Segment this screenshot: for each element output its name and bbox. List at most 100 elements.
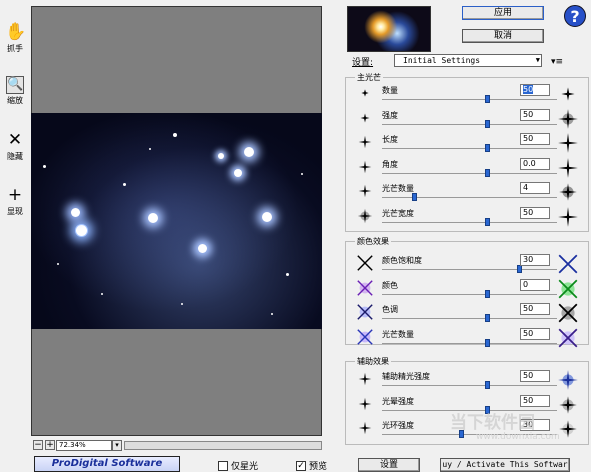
star-cluster-image[interactable] — [31, 113, 322, 329]
star-tilt-icon — [356, 158, 374, 176]
x-ray-blue-icon — [557, 253, 579, 275]
stars-cluster-icon — [557, 83, 579, 105]
star-long-icon — [557, 132, 579, 154]
zoom-out-button[interactable]: − — [33, 440, 43, 450]
tool-zoom-label: 缩放 — [7, 96, 23, 105]
slider-track[interactable] — [382, 221, 557, 223]
param-value-field[interactable]: 50 — [520, 327, 550, 340]
param-label: 色调 — [382, 305, 398, 314]
slider-track[interactable] — [382, 148, 557, 149]
checkbox-box[interactable]: ✓ — [296, 460, 306, 471]
tool-show[interactable]: + 显现 — [2, 185, 28, 217]
tool-hide[interactable]: ✕ 隐藏 — [2, 130, 28, 162]
star-multi-icon — [356, 182, 374, 200]
param-value-field[interactable]: 50 — [520, 206, 550, 219]
slider-thumb[interactable] — [485, 338, 490, 347]
slider-thumb[interactable] — [411, 193, 417, 201]
param-value: 50 — [523, 109, 534, 119]
param-row: 色调 50 — [345, 301, 589, 325]
slider-thumb[interactable] — [485, 119, 490, 128]
horizontal-scrollbar[interactable] — [124, 441, 322, 450]
slider-track[interactable] — [382, 342, 557, 344]
param-row: 辅助精光强度 50 — [345, 368, 589, 392]
slider-thumb[interactable] — [485, 381, 490, 389]
buy-activate-button[interactable]: uy / Activate This Softwar — [440, 458, 570, 472]
slider-thumb[interactable] — [485, 314, 490, 322]
slider-track[interactable] — [382, 172, 557, 174]
preset-select[interactable]: Initial Settings ▼ — [394, 54, 542, 67]
x-ray-dark-icon — [356, 303, 374, 321]
slider-thumb[interactable] — [485, 217, 490, 226]
param-value: 50 — [523, 371, 534, 380]
star-aux-icon — [356, 419, 374, 437]
zoom-in-button[interactable]: + — [45, 440, 55, 450]
cancel-button[interactable]: 取消 — [462, 29, 544, 43]
effect-preview-thumbnail — [347, 6, 431, 52]
x-ray-icon — [356, 254, 374, 272]
param-value-field[interactable]: 50 — [520, 394, 550, 407]
star-wide-icon — [356, 207, 374, 225]
param-value-field[interactable]: 50 — [520, 133, 550, 145]
color-effects-title: 颜色效果 — [355, 236, 391, 247]
tool-zoom[interactable]: 🔍 缩放 — [2, 76, 28, 106]
param-label: 光芒数量 — [382, 184, 414, 193]
param-value: 0 — [523, 279, 529, 289]
slider-track[interactable] — [382, 318, 557, 319]
slider-thumb[interactable] — [516, 265, 522, 273]
menu-icon[interactable]: ▾≡ — [551, 57, 563, 67]
checkbox-box[interactable] — [218, 460, 228, 471]
param-row: 光芒数量 4 — [345, 180, 589, 204]
slider-track[interactable] — [382, 293, 557, 295]
param-label: 光芒数量 — [382, 329, 414, 339]
slider-track[interactable] — [382, 385, 557, 386]
param-value-field[interactable]: 50 — [520, 303, 550, 315]
param-row: 角度 0.0 — [345, 156, 589, 180]
param-value-field[interactable]: 0.0 — [520, 157, 550, 170]
aux-effects-title: 辅助效果 — [355, 356, 391, 367]
settings-button[interactable]: 设置 — [358, 458, 420, 472]
tool-grab[interactable]: ✋ 抓手 — [2, 22, 28, 54]
param-label: 辅助精光强度 — [382, 372, 430, 381]
star-long-icon — [356, 133, 374, 151]
only-starlight-checkbox[interactable]: 仅星光 — [218, 459, 258, 472]
param-row: 光芒数量 50 — [345, 326, 589, 350]
slider-thumb[interactable] — [485, 289, 490, 298]
slider-thumb[interactable] — [485, 144, 490, 152]
star-dot-icon — [356, 109, 374, 127]
param-value-field[interactable]: 50 — [520, 370, 550, 382]
param-value-field[interactable]: 50 — [520, 108, 550, 121]
zoom-dropdown-button[interactable]: ▾ — [112, 440, 122, 451]
slider-track[interactable] — [382, 99, 557, 100]
param-value-field[interactable]: 50 — [520, 84, 550, 96]
x-ray-color-icon — [356, 328, 374, 346]
param-value: 0.0 — [523, 158, 536, 168]
slider-track[interactable] — [382, 269, 557, 270]
param-value-field[interactable]: 4 — [520, 182, 550, 194]
slider-thumb[interactable] — [485, 95, 490, 103]
zoom-level-field[interactable]: 72.34% — [56, 440, 112, 451]
preview-checkbox[interactable]: ✓ 预览 — [296, 459, 327, 472]
slider-track[interactable] — [382, 123, 557, 125]
x-ray-purple-icon — [356, 279, 374, 297]
ring-icon — [557, 418, 579, 440]
chevron-down-icon: ▼ — [535, 56, 540, 64]
star-burst-icon — [557, 181, 579, 203]
slider-thumb[interactable] — [485, 168, 490, 177]
magnifier-icon: 🔍 — [6, 76, 24, 94]
help-icon[interactable]: ? — [564, 5, 586, 27]
param-value-field[interactable]: 0 — [520, 278, 550, 291]
slider-track[interactable] — [382, 197, 557, 198]
watermark-url: www.downxia.com — [476, 432, 560, 442]
param-label: 光晕强度 — [382, 396, 414, 406]
param-value-field[interactable]: 30 — [520, 254, 550, 266]
param-row: 颜色饱和度 30 — [345, 252, 589, 276]
x-ray-dark-icon — [557, 302, 579, 324]
watermark-text: 当下软件园 — [450, 413, 535, 433]
param-label: 光环强度 — [382, 421, 414, 430]
param-value: 50 — [523, 134, 534, 143]
param-label: 颜色 — [382, 280, 398, 290]
param-value: 30 — [523, 255, 534, 264]
apply-button[interactable]: 应用 — [462, 6, 544, 20]
settings-label: 设置: — [352, 58, 374, 68]
preset-value: Initial Settings — [403, 56, 481, 65]
